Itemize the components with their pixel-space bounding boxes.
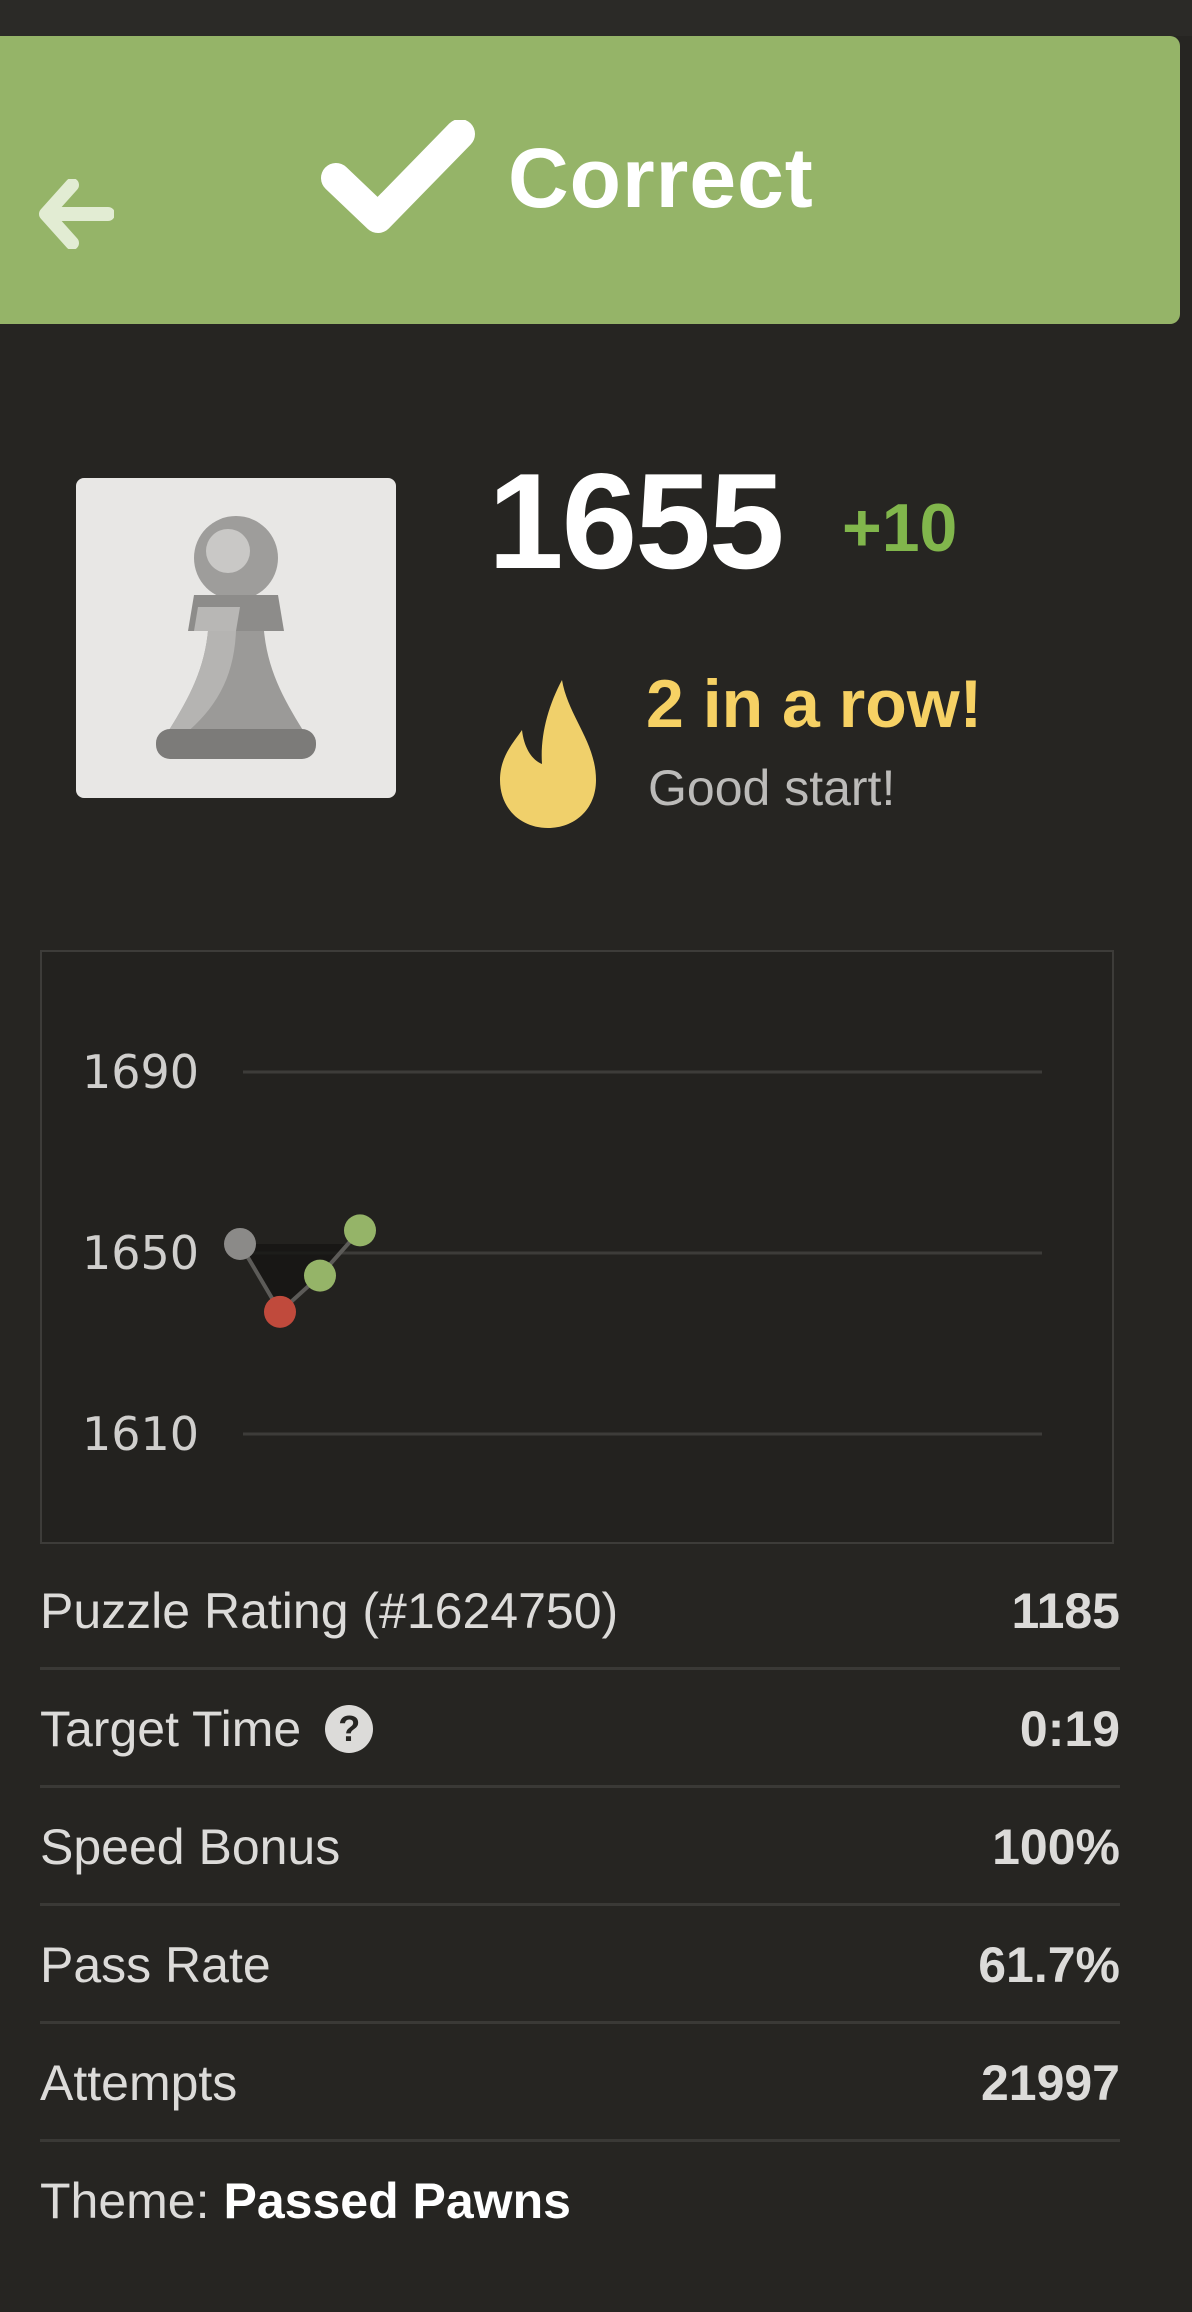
stat-value: 21997 [980,2055,1120,2111]
stat-label: Target Time [40,1701,302,1757]
stat-value: 0:19 [1019,1701,1120,1757]
stat-value: 1185 [1011,1583,1120,1639]
stat-label: Puzzle Rating (#1624750) [40,1583,619,1639]
rating-chart-svg: 1690 1650 1610 [82,1045,1042,1461]
pawn-icon [156,516,316,759]
stat-row-speed-bonus: Speed Bonus 100% [40,1788,1120,1906]
result-header: Correct [0,36,1180,324]
y-tick-label: 1650 [82,1226,199,1280]
stat-value: 61.7% [978,1937,1120,1993]
puzzle-rating-score: 1655 [488,445,785,597]
stat-row-target-time: Target Time ? 0:19 [40,1670,1120,1788]
y-tick-label: 1690 [82,1045,199,1099]
stat-row-theme: Theme: Passed Pawns [40,2142,1120,2242]
rating-point-start[interactable] [224,1227,256,1260]
stat-row-puzzle-rating: Puzzle Rating (#1624750) 1185 [40,1552,1120,1670]
stat-label: Speed Bonus [40,1819,341,1875]
streak-subtitle: Good start! [648,760,896,816]
puzzle-stats: Puzzle Rating (#1624750) 1185 Target Tim… [40,1552,1120,2242]
arrow-left-icon [39,179,114,249]
result-title: Correct [508,130,814,225]
rating-point-pass[interactable] [304,1259,336,1292]
puzzle-result-panel: Correct 1655 +10 2 in a row! Good start!… [0,0,1192,2312]
rating-delta: +10 [842,490,958,566]
help-icon[interactable]: ? [325,1705,374,1753]
stat-label-wrap: Target Time ? [40,1694,374,1764]
theme-label: Theme: [40,2173,210,2229]
streak-title: 2 in a row! [646,666,983,742]
back-button[interactable] [38,172,114,256]
checkmark-icon [321,120,475,233]
rating-point-pass[interactable] [344,1214,376,1247]
avatar [76,478,396,798]
stat-label: Pass Rate [40,1937,271,1993]
rating-chart: 1690 1650 1610 [40,950,1114,1544]
stat-label: Attempts [40,2055,238,2111]
top-strip [0,0,1192,36]
theme-value[interactable]: Passed Pawns [224,2166,571,2236]
flame-icon [500,680,596,828]
theme-wrap: Theme: Passed Pawns [40,2166,571,2236]
rating-point-fail[interactable] [264,1295,296,1328]
stat-row-attempts: Attempts 21997 [40,2024,1120,2142]
stat-value: 100% [992,1819,1120,1875]
y-tick-label: 1610 [82,1407,199,1461]
stat-row-pass-rate: Pass Rate 61.7% [40,1906,1120,2024]
